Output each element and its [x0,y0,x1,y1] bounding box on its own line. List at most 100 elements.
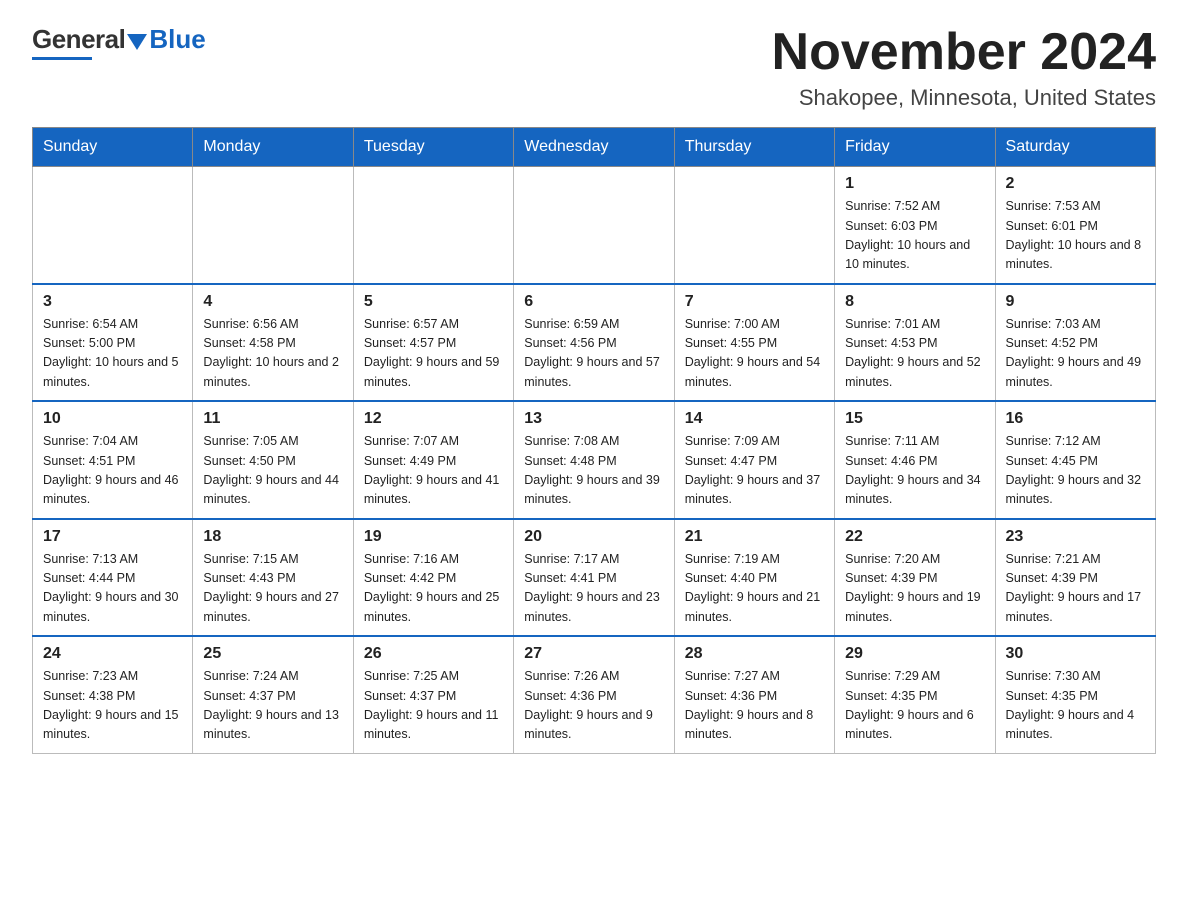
calendar-cell [33,167,193,284]
calendar-cell [514,167,674,284]
day-number: 13 [524,410,663,428]
calendar-cell: 28 Sunrise: 7:27 AMSunset: 4:36 PMDayligh… [674,636,834,753]
day-number: 9 [1006,293,1145,311]
calendar-cell: 5 Sunrise: 6:57 AMSunset: 4:57 PMDaylight… [353,284,513,402]
day-info: Sunrise: 7:16 AMSunset: 4:42 PMDaylight:… [364,550,503,628]
day-number: 27 [524,645,663,663]
calendar-cell: 8 Sunrise: 7:01 AMSunset: 4:53 PMDaylight… [835,284,995,402]
calendar-cell: 12 Sunrise: 7:07 AMSunset: 4:49 PMDayligh… [353,401,513,519]
day-number: 7 [685,293,824,311]
day-info: Sunrise: 7:20 AMSunset: 4:39 PMDaylight:… [845,550,984,628]
day-info: Sunrise: 7:07 AMSunset: 4:49 PMDaylight:… [364,432,503,510]
calendar-cell: 24Sunrise: 7:23 AMSunset: 4:38 PMDayligh… [33,636,193,753]
weekday-header-monday: Monday [193,128,353,167]
weekday-header-wednesday: Wednesday [514,128,674,167]
calendar-cell: 29 Sunrise: 7:29 AMSunset: 4:35 PMDayligh… [835,636,995,753]
day-info: Sunrise: 6:57 AMSunset: 4:57 PMDaylight:… [364,315,503,393]
day-info: Sunrise: 7:08 AMSunset: 4:48 PMDaylight:… [524,432,663,510]
calendar-cell: 9 Sunrise: 7:03 AMSunset: 4:52 PMDaylight… [995,284,1155,402]
calendar-cell: 2 Sunrise: 7:53 AMSunset: 6:01 PMDaylight… [995,167,1155,284]
month-title: November 2024 [772,24,1156,81]
day-number: 29 [845,645,984,663]
calendar-cell: 3 Sunrise: 6:54 AMSunset: 5:00 PMDaylight… [33,284,193,402]
day-info: Sunrise: 7:21 AMSunset: 4:39 PMDaylight:… [1006,550,1145,628]
title-area: November 2024 Shakopee, Minnesota, Unite… [772,24,1156,111]
day-number: 19 [364,528,503,546]
calendar-cell [353,167,513,284]
day-number: 3 [43,293,182,311]
day-number: 28 [685,645,824,663]
calendar-table: SundayMondayTuesdayWednesdayThursdayFrid… [32,127,1156,754]
day-info: Sunrise: 7:12 AMSunset: 4:45 PMDaylight:… [1006,432,1145,510]
calendar-cell: 7Sunrise: 7:00 AMSunset: 4:55 PMDaylight… [674,284,834,402]
calendar-cell: 19 Sunrise: 7:16 AMSunset: 4:42 PMDayligh… [353,519,513,637]
day-info: Sunrise: 7:23 AMSunset: 4:38 PMDaylight:… [43,667,182,745]
calendar-cell: 15Sunrise: 7:11 AMSunset: 4:46 PMDayligh… [835,401,995,519]
day-info: Sunrise: 7:29 AMSunset: 4:35 PMDaylight:… [845,667,984,745]
day-info: Sunrise: 7:01 AMSunset: 4:53 PMDaylight:… [845,315,984,393]
calendar-week-row: 1 Sunrise: 7:52 AMSunset: 6:03 PMDaylight… [33,167,1156,284]
day-number: 11 [203,410,342,428]
calendar-cell: 1 Sunrise: 7:52 AMSunset: 6:03 PMDaylight… [835,167,995,284]
day-number: 10 [43,410,182,428]
day-info: Sunrise: 7:52 AMSunset: 6:03 PMDaylight:… [845,197,984,275]
weekday-header-thursday: Thursday [674,128,834,167]
day-number: 22 [845,528,984,546]
location-title: Shakopee, Minnesota, United States [772,85,1156,111]
day-number: 1 [845,175,984,193]
logo-blue-text: Blue [149,24,205,55]
calendar-cell: 30Sunrise: 7:30 AMSunset: 4:35 PMDayligh… [995,636,1155,753]
day-number: 2 [1006,175,1145,193]
day-info: Sunrise: 7:25 AMSunset: 4:37 PMDaylight:… [364,667,503,745]
day-info: Sunrise: 7:04 AMSunset: 4:51 PMDaylight:… [43,432,182,510]
day-info: Sunrise: 7:03 AMSunset: 4:52 PMDaylight:… [1006,315,1145,393]
day-info: Sunrise: 6:56 AMSunset: 4:58 PMDaylight:… [203,315,342,393]
day-info: Sunrise: 7:15 AMSunset: 4:43 PMDaylight:… [203,550,342,628]
weekday-header-row: SundayMondayTuesdayWednesdayThursdayFrid… [33,128,1156,167]
day-number: 8 [845,293,984,311]
calendar-cell: 4 Sunrise: 6:56 AMSunset: 4:58 PMDaylight… [193,284,353,402]
calendar-cell: 13 Sunrise: 7:08 AMSunset: 4:48 PMDayligh… [514,401,674,519]
calendar-cell [674,167,834,284]
day-info: Sunrise: 7:13 AMSunset: 4:44 PMDaylight:… [43,550,182,628]
calendar-cell: 6 Sunrise: 6:59 AMSunset: 4:56 PMDaylight… [514,284,674,402]
weekday-header-sunday: Sunday [33,128,193,167]
day-number: 4 [203,293,342,311]
calendar-cell: 23 Sunrise: 7:21 AMSunset: 4:39 PMDayligh… [995,519,1155,637]
calendar-cell: 20Sunrise: 7:17 AMSunset: 4:41 PMDayligh… [514,519,674,637]
day-number: 18 [203,528,342,546]
weekday-header-saturday: Saturday [995,128,1155,167]
day-number: 14 [685,410,824,428]
day-info: Sunrise: 6:54 AMSunset: 5:00 PMDaylight:… [43,315,182,393]
day-number: 12 [364,410,503,428]
day-number: 26 [364,645,503,663]
logo-underline [32,57,92,60]
day-number: 23 [1006,528,1145,546]
day-number: 25 [203,645,342,663]
logo-general-text: General [32,24,125,55]
calendar-cell: 26 Sunrise: 7:25 AMSunset: 4:37 PMDayligh… [353,636,513,753]
calendar-cell: 18 Sunrise: 7:15 AMSunset: 4:43 PMDayligh… [193,519,353,637]
calendar-cell: 22 Sunrise: 7:20 AMSunset: 4:39 PMDayligh… [835,519,995,637]
day-number: 17 [43,528,182,546]
day-number: 16 [1006,410,1145,428]
day-info: Sunrise: 7:09 AMSunset: 4:47 PMDaylight:… [685,432,824,510]
day-info: Sunrise: 7:27 AMSunset: 4:36 PMDaylight:… [685,667,824,745]
calendar-cell: 21Sunrise: 7:19 AMSunset: 4:40 PMDayligh… [674,519,834,637]
day-number: 30 [1006,645,1145,663]
day-info: Sunrise: 6:59 AMSunset: 4:56 PMDaylight:… [524,315,663,393]
calendar-cell: 14 Sunrise: 7:09 AMSunset: 4:47 PMDayligh… [674,401,834,519]
day-number: 15 [845,410,984,428]
calendar-cell: 27Sunrise: 7:26 AMSunset: 4:36 PMDayligh… [514,636,674,753]
day-info: Sunrise: 7:53 AMSunset: 6:01 PMDaylight:… [1006,197,1145,275]
day-number: 21 [685,528,824,546]
calendar-cell: 11Sunrise: 7:05 AMSunset: 4:50 PMDayligh… [193,401,353,519]
day-number: 5 [364,293,503,311]
logo-triangle-icon [127,34,147,50]
logo: General Blue [32,24,206,60]
calendar-cell: 10 Sunrise: 7:04 AMSunset: 4:51 PMDayligh… [33,401,193,519]
day-number: 6 [524,293,663,311]
day-info: Sunrise: 7:24 AMSunset: 4:37 PMDaylight:… [203,667,342,745]
calendar-cell [193,167,353,284]
calendar-week-row: 17 Sunrise: 7:13 AMSunset: 4:44 PMDayligh… [33,519,1156,637]
